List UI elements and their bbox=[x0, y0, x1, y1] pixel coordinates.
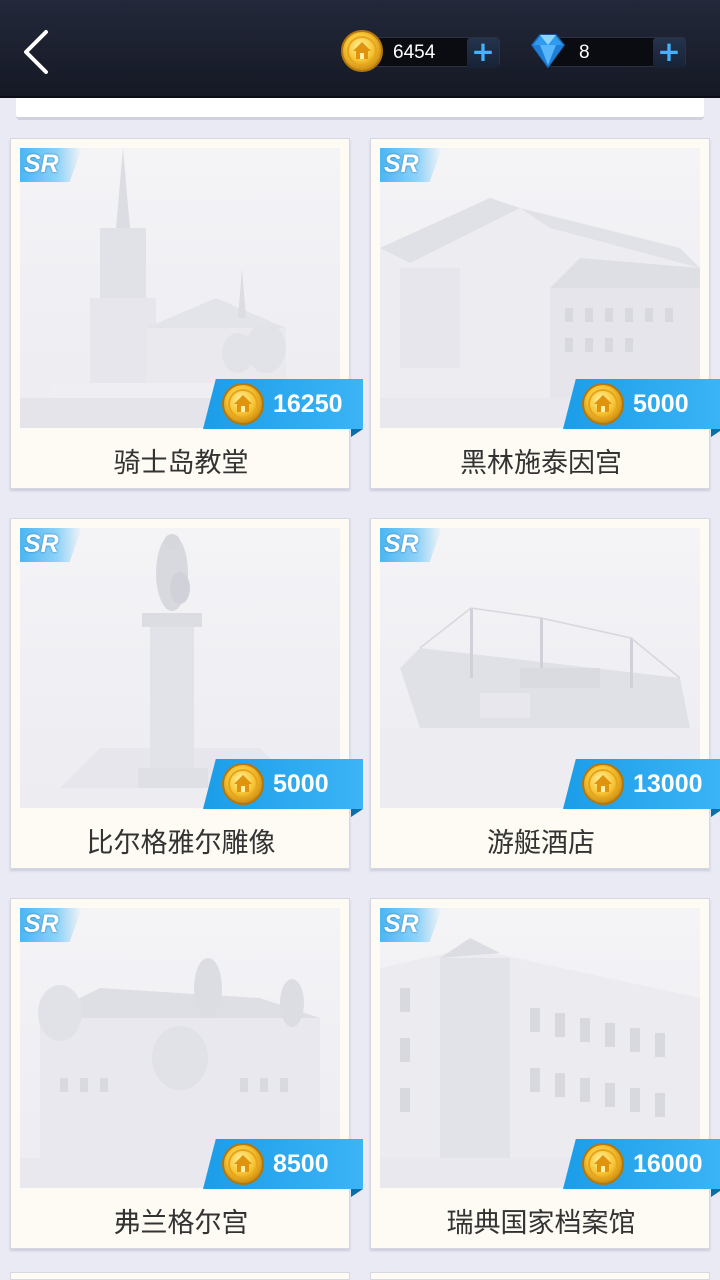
building-card[interactable]: SR 5000 比尔格雅尔雕像 bbox=[10, 518, 363, 869]
rarity-label: SR bbox=[24, 530, 59, 558]
building-name: 黑林施泰因宫 bbox=[460, 448, 622, 479]
coin-balance: 6454 + bbox=[340, 34, 502, 70]
building-card[interactable]: SR 16250 骑士岛教堂 bbox=[10, 138, 363, 489]
diamond-icon bbox=[531, 34, 565, 69]
building-name: 比尔格雅尔雕像 bbox=[86, 828, 276, 859]
add-gems-button[interactable]: + bbox=[653, 38, 685, 68]
price-value: 16000 bbox=[633, 1150, 703, 1178]
price-tag[interactable]: 16000 bbox=[563, 1139, 720, 1189]
rarity-label: SR bbox=[384, 150, 419, 178]
rarity-label: SR bbox=[384, 530, 419, 558]
rarity-label: SR bbox=[24, 910, 59, 938]
price-value: 13000 bbox=[633, 770, 703, 798]
building-card[interactable]: SR 5000 黑林施泰因宫 bbox=[370, 138, 720, 489]
price-value: 8500 bbox=[273, 1150, 329, 1178]
building-card[interactable]: SR 8500 弗兰格尔宫 bbox=[10, 898, 363, 1249]
building-name: 游艇酒店 bbox=[487, 828, 595, 859]
next-row-card-edge bbox=[10, 1272, 350, 1280]
price-value: 5000 bbox=[273, 770, 329, 798]
coin-icon bbox=[221, 1142, 265, 1186]
back-button[interactable] bbox=[14, 26, 58, 78]
gem-balance: 8 + bbox=[526, 34, 688, 70]
rarity-label: SR bbox=[384, 910, 419, 938]
price-tag-fold bbox=[351, 1189, 363, 1197]
price-tag-fold bbox=[711, 809, 720, 817]
gem-count: 8 bbox=[579, 42, 590, 63]
coin-icon bbox=[581, 382, 625, 426]
building-name: 弗兰格尔宫 bbox=[113, 1208, 249, 1239]
price-tag-fold bbox=[711, 1189, 720, 1197]
coin-count: 6454 bbox=[393, 42, 436, 63]
price-value: 5000 bbox=[633, 390, 689, 418]
coin-icon bbox=[221, 382, 265, 426]
add-coins-button[interactable]: + bbox=[467, 38, 499, 68]
previous-row-edge bbox=[16, 98, 704, 120]
back-arrow-icon bbox=[24, 30, 48, 74]
price-tag[interactable]: 5000 bbox=[203, 759, 363, 809]
building-card[interactable]: SR 16000 瑞典国家档案馆 bbox=[370, 898, 720, 1249]
price-tag[interactable]: 16250 bbox=[203, 379, 363, 429]
price-tag-fold bbox=[351, 429, 363, 437]
rarity-label: SR bbox=[24, 150, 59, 178]
coin-icon bbox=[581, 1142, 625, 1186]
price-tag-fold bbox=[711, 429, 720, 437]
building-name: 骑士岛教堂 bbox=[113, 448, 249, 479]
building-name: 瑞典国家档案馆 bbox=[446, 1208, 636, 1239]
price-tag[interactable]: 13000 bbox=[563, 759, 720, 809]
coin-icon bbox=[340, 29, 384, 73]
price-value: 16250 bbox=[273, 390, 343, 418]
coin-icon bbox=[221, 762, 265, 806]
price-tag[interactable]: 8500 bbox=[203, 1139, 363, 1189]
next-row-card-edge bbox=[370, 1272, 710, 1280]
coin-icon bbox=[581, 762, 625, 806]
price-tag-fold bbox=[351, 809, 363, 817]
building-card[interactable]: SR 13000 游艇酒店 bbox=[370, 518, 720, 869]
price-tag[interactable]: 5000 bbox=[563, 379, 720, 429]
top-bar: 6454 + 8 + bbox=[0, 0, 720, 98]
